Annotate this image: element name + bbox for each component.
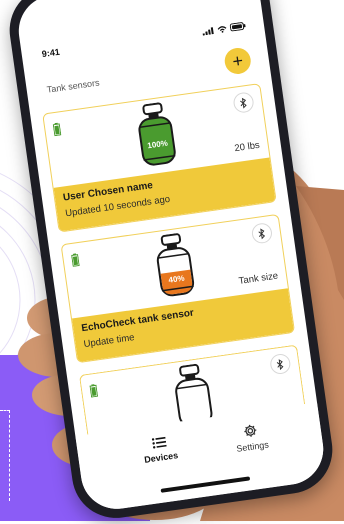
signal-icon: [202, 26, 214, 36]
propane-tank-icon: [138, 102, 176, 166]
page-title: Tank sensors: [46, 77, 101, 95]
gear-icon: [244, 424, 257, 437]
phone-battery-icon: [229, 22, 246, 32]
add-sensor-button[interactable]: +: [223, 46, 253, 76]
nav-devices-label: Devices: [143, 450, 179, 465]
bluetooth-icon[interactable]: [250, 221, 274, 245]
bluetooth-icon[interactable]: [269, 352, 292, 376]
nav-settings[interactable]: Settings: [210, 418, 293, 457]
nav-settings-label: Settings: [235, 439, 270, 454]
propane-tank-icon: [156, 233, 195, 297]
battery-icon: [71, 253, 80, 267]
sensor-update-status: Update time: [82, 332, 136, 351]
sensor-card[interactable]: 40% Tank size EchoCheck tank sensor Upda…: [60, 213, 296, 364]
status-icons: [202, 22, 247, 36]
bluetooth-icon[interactable]: [232, 91, 255, 114]
sensor-name: EchoCheck tank sensor: [80, 307, 195, 335]
nav-devices[interactable]: Devices: [119, 431, 202, 468]
home-indicator: [160, 476, 251, 493]
battery-icon: [89, 384, 99, 398]
status-time: 9:41: [41, 46, 61, 60]
sensor-card[interactable]: 100% 20 lbs User Chosen name Updated 10 …: [42, 83, 277, 233]
battery-icon: [52, 122, 62, 137]
tank-size-value: 20 lbs: [233, 139, 261, 155]
tank-size-value: Tank size: [238, 270, 279, 287]
wifi-icon: [217, 25, 227, 33]
list-icon: [151, 436, 167, 449]
